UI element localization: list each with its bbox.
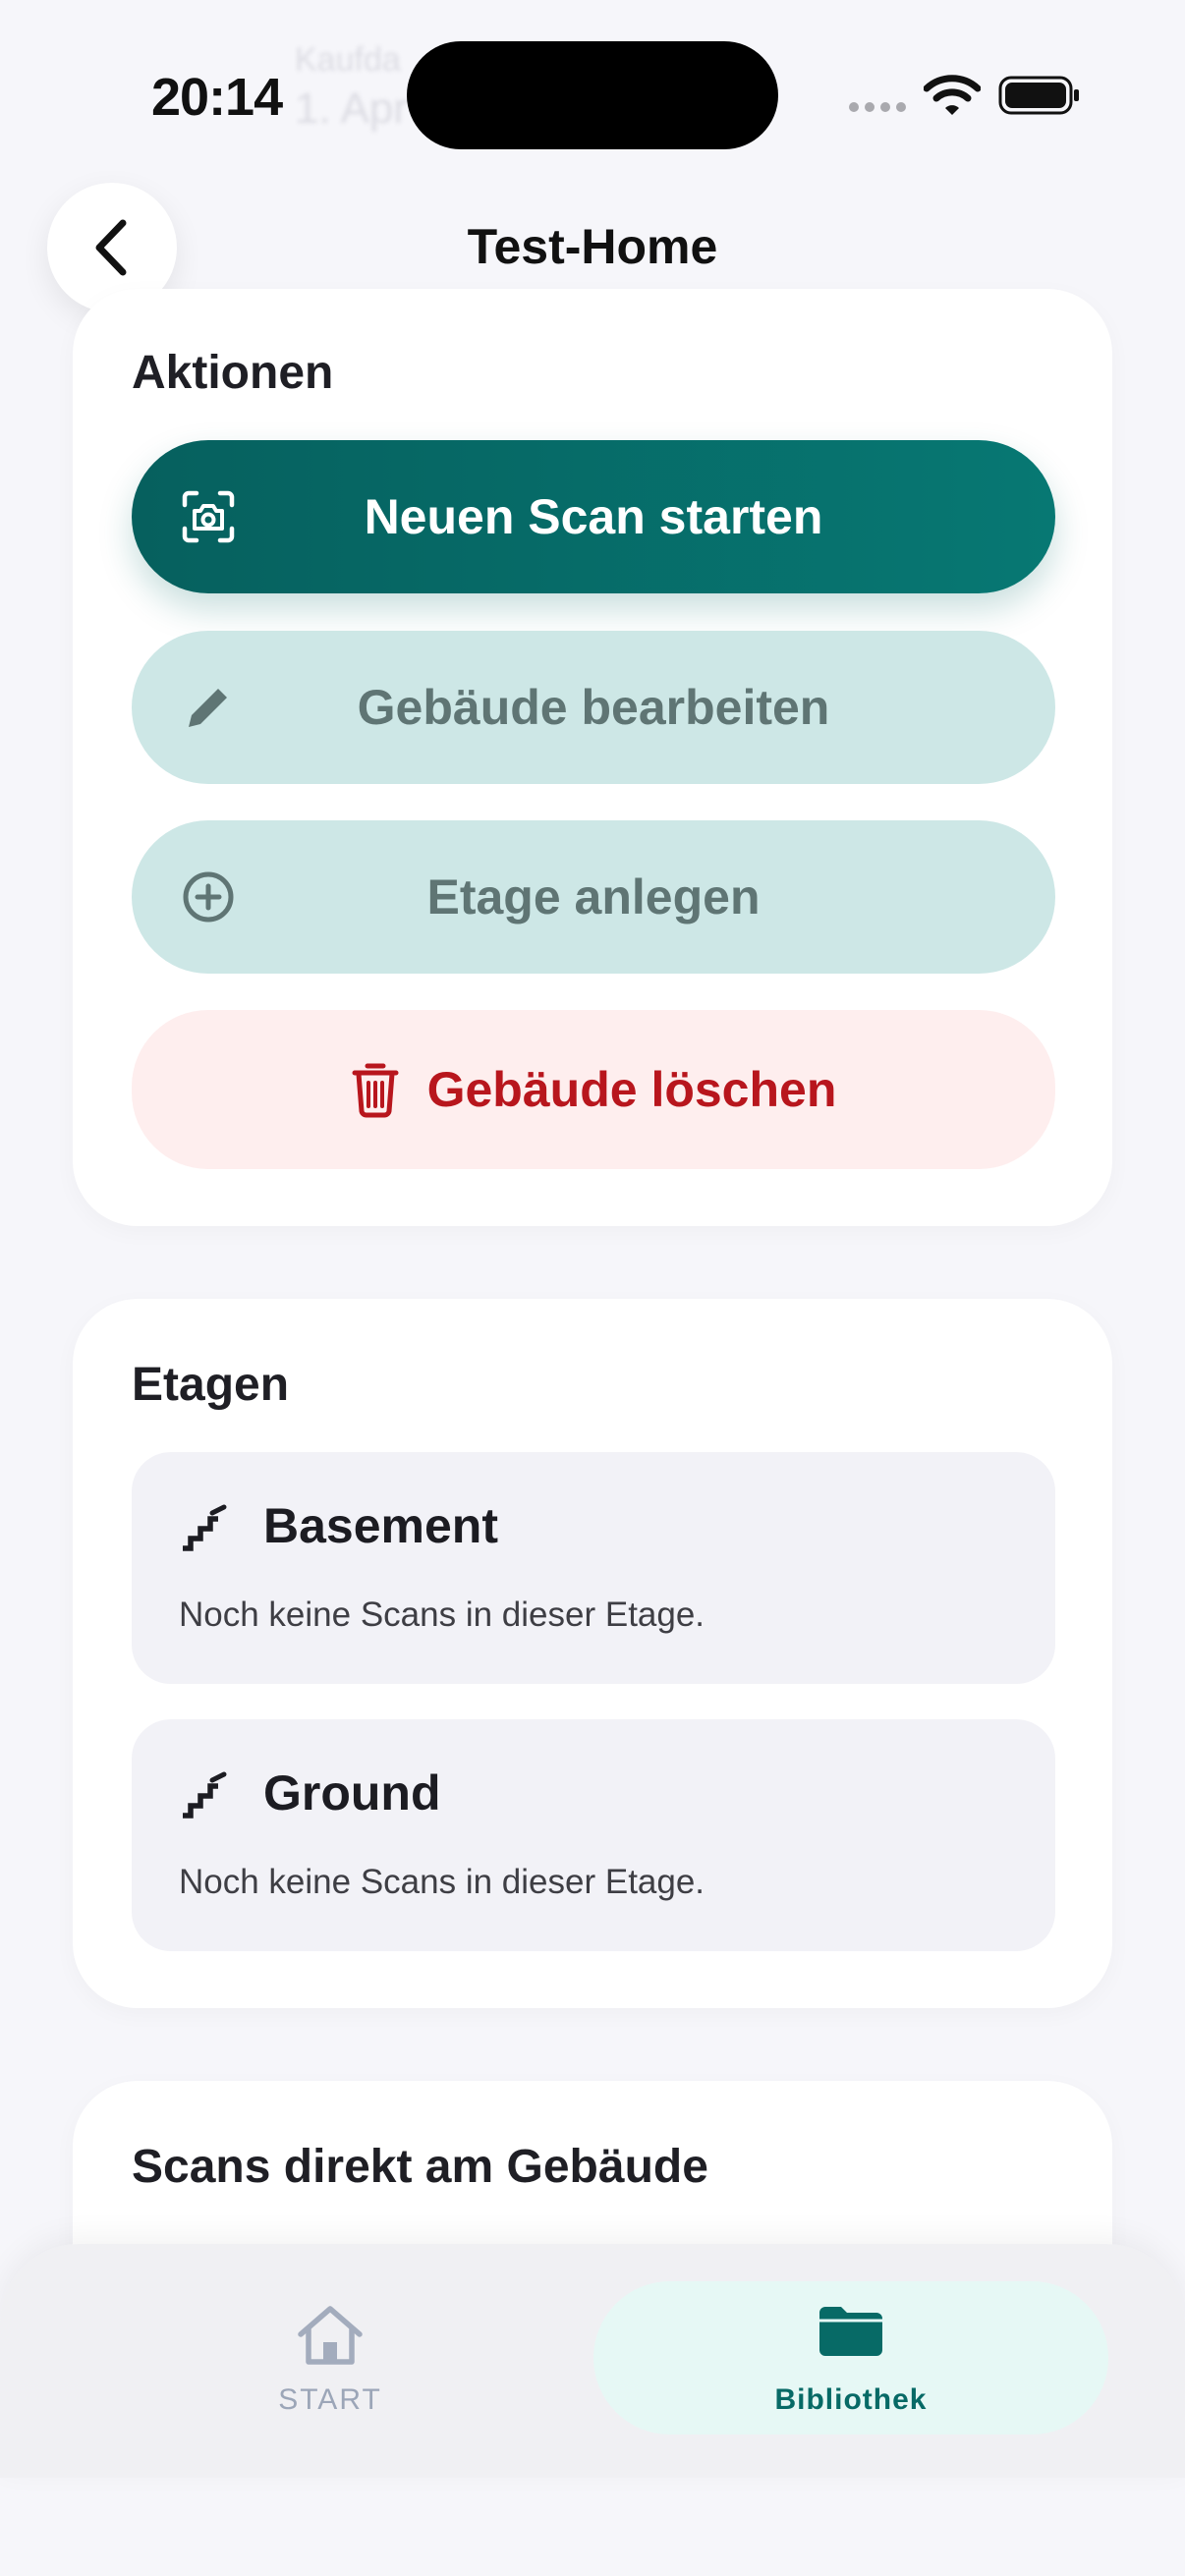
app-screen: Kaufda 1. Apr 20:14 Test-Home Aktionen N…: [0, 0, 1185, 2576]
tab-start-label: START: [278, 2383, 382, 2416]
actions-card: Aktionen Neuen Scan starten Gebäude bear…: [73, 289, 1112, 1226]
plus-circle-icon: [183, 871, 234, 923]
tab-start[interactable]: START: [73, 2281, 588, 2435]
stairs-icon: [183, 1504, 227, 1551]
start-scan-label: Neuen Scan starten: [364, 489, 823, 544]
add-floor-label: Etage anlegen: [426, 869, 761, 924]
ghost-line-2: 1. Apr: [295, 84, 408, 133]
actions-title: Aktionen: [132, 347, 334, 399]
pencil-icon: [189, 689, 227, 727]
cellular-signal-icon: [849, 102, 906, 112]
edit-building-button[interactable]: Gebäude bearbeiten: [132, 631, 1055, 784]
status-time: 20:14: [151, 68, 283, 127]
floors-title: Etagen: [132, 1359, 290, 1411]
background-ghost-text: Kaufda 1. Apr: [295, 39, 408, 136]
floor-name: Ground: [263, 1765, 441, 1820]
house-icon: [298, 2306, 363, 2365]
tab-bibliothek-label: Bibliothek: [774, 2383, 928, 2416]
trash-icon: [352, 1063, 399, 1118]
start-scan-button[interactable]: Neuen Scan starten: [132, 440, 1055, 593]
tab-bibliothek[interactable]: Bibliothek: [593, 2281, 1108, 2435]
floor-item-basement[interactable]: Basement Noch keine Scans in dieser Etag…: [132, 1452, 1055, 1684]
floor-description: Noch keine Scans in dieser Etage.: [179, 1596, 705, 1634]
ghost-line-1: Kaufda: [295, 41, 401, 79]
page-title: Test-Home: [467, 219, 718, 274]
tab-bar: START Bibliothek: [0, 2244, 1185, 2478]
stairs-icon: [183, 1771, 227, 1819]
building-scans-title: Scans direkt am Gebäude: [132, 2141, 708, 2193]
delete-building-label: Gebäude löschen: [426, 1062, 837, 1117]
floor-description: Noch keine Scans in dieser Etage.: [179, 1863, 705, 1901]
wifi-icon: [924, 75, 981, 115]
battery-icon: [998, 76, 1079, 115]
camera-scan-icon: [182, 490, 235, 543]
folder-icon: [819, 2307, 882, 2356]
delete-building-button[interactable]: Gebäude löschen: [132, 1010, 1055, 1169]
dynamic-island: [407, 41, 778, 149]
floor-name: Basement: [263, 1498, 498, 1553]
floors-card: Etagen Basement Noch keine Scans in dies…: [73, 1299, 1112, 2008]
edit-building-label: Gebäude bearbeiten: [357, 680, 830, 735]
add-floor-button[interactable]: Etage anlegen: [132, 820, 1055, 974]
floor-item-ground[interactable]: Ground Noch keine Scans in dieser Etage.: [132, 1719, 1055, 1951]
